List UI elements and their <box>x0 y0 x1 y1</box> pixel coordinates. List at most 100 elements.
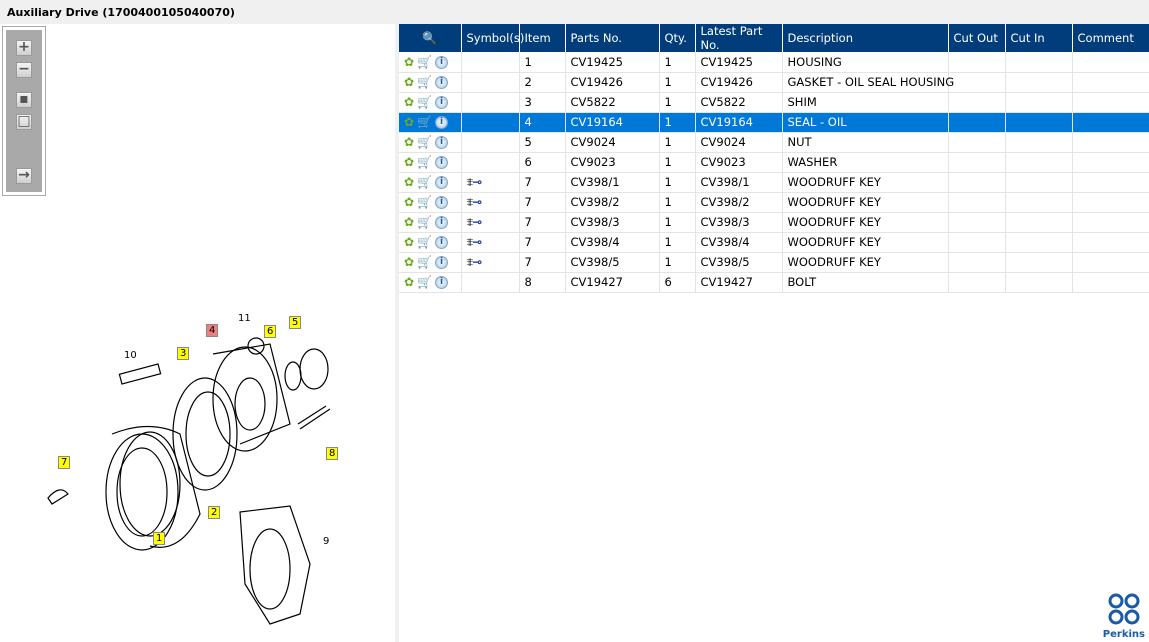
cart-icon[interactable]: 🛒 <box>417 275 432 289</box>
diagram-panel[interactable]: + − ▪ □ → 1 2 3 4 5 6 7 8 9 10 11 <box>0 24 395 642</box>
callout-10[interactable]: 10 <box>122 350 139 361</box>
column-header[interactable]: Qty. <box>659 24 696 52</box>
callout-2[interactable]: 2 <box>208 506 221 519</box>
gear-icon[interactable]: ✿ <box>404 215 414 229</box>
symbols-cell <box>461 272 520 293</box>
table-row[interactable]: ✿ 🛒 i ⩨⊸ 7 CV398/5 1 CV398/5 WOODRUFF KEY <box>399 252 1149 273</box>
table-row[interactable]: ✿ 🛒 i ⩨⊸ 7 CV398/3 1 CV398/3 WOODRUFF KEY <box>399 212 1149 233</box>
description-cell: NUT <box>782 132 949 153</box>
comment-cell <box>1072 72 1149 93</box>
latest-part-cell: CV19426 <box>695 72 783 93</box>
gear-icon[interactable]: ✿ <box>404 195 414 209</box>
gear-icon[interactable]: ✿ <box>404 275 414 289</box>
info-icon[interactable]: i <box>435 55 449 69</box>
symbols-cell <box>461 52 520 73</box>
symbols-cell <box>461 152 520 173</box>
comment-cell <box>1072 272 1149 293</box>
gear-icon[interactable]: ✿ <box>404 55 414 69</box>
latest-part-cell: CV19425 <box>695 52 783 73</box>
column-header[interactable]: Symbol(s) <box>461 24 524 52</box>
part-number-cell: CV398/2 <box>565 192 660 213</box>
gear-icon[interactable]: ✿ <box>404 155 414 169</box>
cart-icon[interactable]: 🛒 <box>417 255 432 269</box>
part-number-cell: CV9024 <box>565 132 660 153</box>
info-icon[interactable]: i <box>435 155 449 169</box>
column-header[interactable]: Cut Out <box>948 24 1006 52</box>
table-row[interactable]: ✿ 🛒 i 4 CV19164 1 CV19164 SEAL - OIL <box>399 112 1149 133</box>
cart-icon[interactable]: 🛒 <box>417 155 432 169</box>
cut-out-cell <box>948 112 1006 133</box>
gear-icon[interactable]: ✿ <box>404 75 414 89</box>
callout-6[interactable]: 6 <box>264 325 277 338</box>
part-number-cell: CV19427 <box>565 272 660 293</box>
column-header[interactable]: Latest Part No. <box>695 24 783 52</box>
gear-icon[interactable]: ✿ <box>404 175 414 189</box>
gear-icon[interactable]: ✿ <box>404 135 414 149</box>
cart-icon[interactable]: 🛒 <box>417 195 432 209</box>
table-row[interactable]: ✿ 🛒 i 2 CV19426 1 CV19426 GASKET - OIL SEA… <box>399 72 1149 93</box>
info-icon[interactable]: i <box>435 175 449 189</box>
column-header[interactable]: Cut In <box>1005 24 1073 52</box>
info-icon[interactable]: i <box>435 95 449 109</box>
search-column-header[interactable]: 🔍 <box>399 24 462 52</box>
gear-icon[interactable]: ✿ <box>404 95 414 109</box>
callout-9[interactable]: 9 <box>321 536 331 547</box>
cart-icon[interactable]: 🛒 <box>417 95 432 109</box>
info-icon[interactable]: i <box>435 275 449 289</box>
table-row[interactable]: ✿ 🛒 i 6 CV9023 1 CV9023 WASHER <box>399 152 1149 173</box>
info-icon[interactable]: i <box>435 195 449 209</box>
part-number-cell: CV19164 <box>565 112 660 133</box>
cart-icon[interactable]: 🛒 <box>417 75 432 89</box>
cut-out-cell <box>948 272 1006 293</box>
cart-icon[interactable]: 🛒 <box>417 55 432 69</box>
interchangeable-symbol-icon: ⩨⊸ <box>466 234 483 249</box>
info-icon[interactable]: i <box>435 135 449 149</box>
callout-4[interactable]: 4 <box>206 324 219 337</box>
gear-icon[interactable]: ✿ <box>404 115 414 129</box>
cut-in-cell <box>1005 192 1073 213</box>
cart-icon[interactable]: 🛒 <box>417 175 432 189</box>
cut-in-cell <box>1005 212 1073 233</box>
cut-in-cell <box>1005 172 1073 193</box>
symbols-cell: ⩨⊸ <box>461 172 520 193</box>
comment-cell <box>1072 92 1149 113</box>
table-row[interactable]: ✿ 🛒 i ⩨⊸ 7 CV398/4 1 CV398/4 WOODRUFF KEY <box>399 232 1149 253</box>
column-header[interactable]: Description <box>782 24 949 52</box>
cart-icon[interactable]: 🛒 <box>417 135 432 149</box>
cart-icon[interactable]: 🛒 <box>417 215 432 229</box>
column-header[interactable]: Item <box>519 24 566 52</box>
row-actions: ✿ 🛒 i <box>399 252 462 273</box>
column-header[interactable]: Parts No. <box>565 24 660 52</box>
table-row[interactable]: ✿ 🛒 i 1 CV19425 1 CV19425 HOUSING <box>399 52 1149 73</box>
info-icon[interactable]: i <box>435 235 449 249</box>
callout-8[interactable]: 8 <box>326 447 339 460</box>
callout-7[interactable]: 7 <box>58 456 71 469</box>
magnifier-icon[interactable]: 🔍 <box>422 31 437 45</box>
callout-1[interactable]: 1 <box>153 532 166 545</box>
info-icon[interactable]: i <box>435 255 449 269</box>
cart-icon[interactable]: 🛒 <box>417 115 432 129</box>
cut-in-cell <box>1005 132 1073 153</box>
gear-icon[interactable]: ✿ <box>404 235 414 249</box>
table-row[interactable]: ✿ 🛒 i 5 CV9024 1 CV9024 NUT <box>399 132 1149 153</box>
page-title: Auxiliary Drive (1700400105040070) <box>7 6 235 19</box>
cut-in-cell <box>1005 112 1073 133</box>
cut-in-cell <box>1005 152 1073 173</box>
info-icon[interactable]: i <box>435 215 449 229</box>
qty-cell: 1 <box>659 192 696 213</box>
table-row[interactable]: ✿ 🛒 i 8 CV19427 6 CV19427 BOLT <box>399 272 1149 293</box>
table-row[interactable]: ✿ 🛒 i ⩨⊸ 7 CV398/1 1 CV398/1 WOODRUFF KEY <box>399 172 1149 193</box>
row-actions: ✿ 🛒 i <box>399 152 462 173</box>
callout-3[interactable]: 3 <box>177 347 190 360</box>
gear-icon[interactable]: ✿ <box>404 255 414 269</box>
cart-icon[interactable]: 🛒 <box>417 235 432 249</box>
callout-11[interactable]: 11 <box>236 313 253 324</box>
table-row[interactable]: ✿ 🛒 i 3 CV5822 1 CV5822 SHIM <box>399 92 1149 113</box>
qty-cell: 1 <box>659 132 696 153</box>
symbols-cell <box>461 72 520 93</box>
info-icon[interactable]: i <box>435 75 449 89</box>
callout-5[interactable]: 5 <box>289 316 302 329</box>
table-row[interactable]: ✿ 🛒 i ⩨⊸ 7 CV398/2 1 CV398/2 WOODRUFF KEY <box>399 192 1149 213</box>
column-header[interactable]: Comment <box>1072 24 1149 52</box>
info-icon[interactable]: i <box>435 115 449 129</box>
